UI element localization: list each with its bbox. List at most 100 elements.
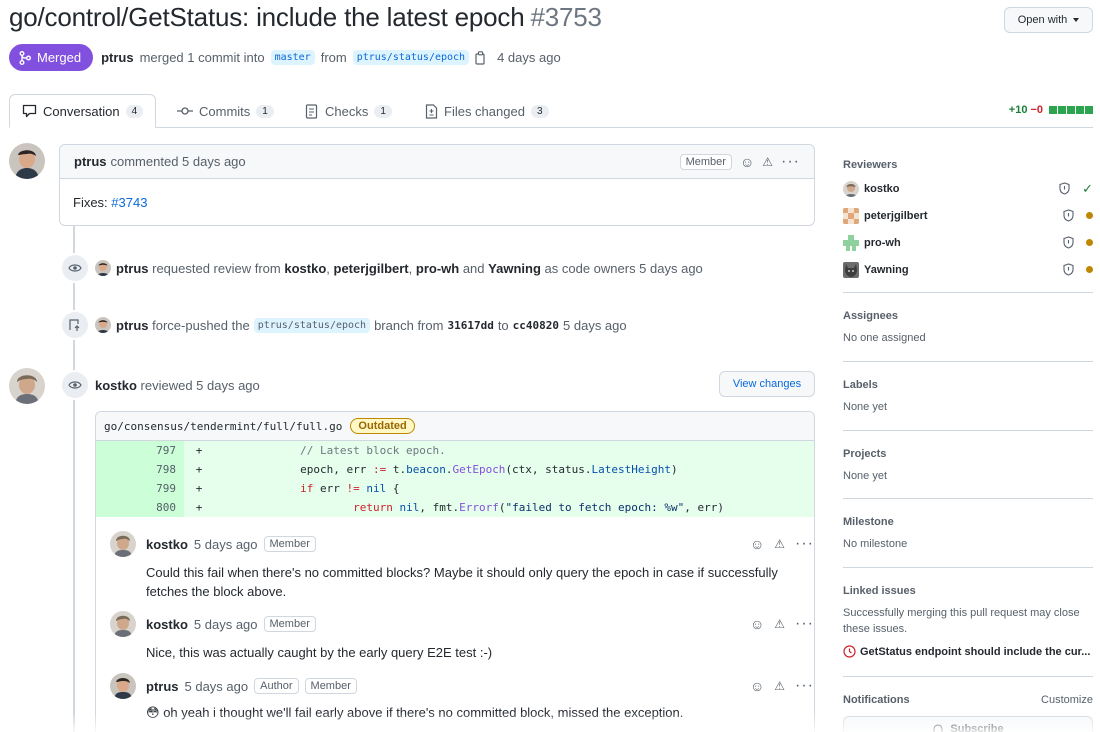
sidebar-heading[interactable]: Projects: [843, 448, 1093, 460]
sidebar-divider: [843, 361, 1093, 362]
tab-conversation[interactable]: Conversation 4: [9, 94, 157, 128]
comment-text: Fixes:: [73, 195, 108, 210]
reviewer-name: kostko: [864, 182, 900, 195]
review-comment-header: kostko 5 days ago Member ☺ ⚠︎ ···: [110, 611, 813, 637]
triangle-icon[interactable]: ⚠︎: [762, 155, 773, 169]
pr-title-text: go/control/GetStatus: include the latest…: [9, 2, 525, 32]
reviewer-item[interactable]: kostko ✓: [843, 175, 1093, 202]
reviewer-link[interactable]: peterjgilbert: [334, 261, 409, 276]
reviewer-link[interactable]: kostko: [284, 261, 326, 276]
sidebar-heading: Notifications: [843, 694, 910, 706]
sidebar-heading[interactable]: Labels: [843, 379, 1093, 391]
head-branch[interactable]: ptrus/status/epoch: [352, 50, 470, 65]
sidebar-reviewers: Reviewers kostko ✓ peterjgilbert pro-wh …: [843, 159, 1093, 283]
event-text-tail: as code owners 5 days ago: [544, 260, 703, 276]
open-with-button[interactable]: Open with: [1004, 7, 1093, 33]
shield-icon: [1063, 263, 1074, 276]
base-branch[interactable]: master: [270, 50, 315, 65]
code-token: return: [353, 501, 393, 514]
event-actor[interactable]: ptrus: [116, 318, 149, 333]
avatar[interactable]: [9, 143, 45, 179]
smiley-icon[interactable]: ☺: [750, 536, 764, 552]
code-token: t.: [386, 463, 407, 476]
reviewer-item[interactable]: pro-wh: [843, 229, 1093, 256]
event-actor[interactable]: ptrus: [116, 261, 149, 276]
linked-issue-item[interactable]: GetStatus endpoint should include the cu…: [843, 645, 1093, 658]
linked-issue-title: GetStatus endpoint should include the cu…: [860, 645, 1091, 658]
triangle-icon[interactable]: ⚠︎: [774, 617, 785, 631]
review-comment: kostko 5 days ago Member ☺ ⚠︎ ··· Could …: [110, 531, 813, 601]
diff-file-header: go/consensus/tendermint/full/full.go Out…: [96, 412, 814, 441]
comment-author[interactable]: kostko: [146, 617, 188, 632]
sidebar-divider: [843, 430, 1093, 431]
comment-time: 5 days ago: [193, 536, 258, 552]
diff-file-path[interactable]: go/consensus/tendermint/full/full.go: [104, 420, 342, 433]
avatar[interactable]: [110, 673, 136, 699]
sidebar-heading[interactable]: Reviewers: [843, 159, 1093, 171]
force-push-event: ptrus force-pushed the ptrus/status/epoc…: [60, 310, 627, 340]
comment-author[interactable]: ptrus: [74, 154, 107, 169]
branch-label[interactable]: ptrus/status/epoch: [253, 317, 371, 333]
comment-text: oh yeah i thought we'll fail early above…: [163, 705, 684, 720]
issue-link[interactable]: #3743: [111, 195, 147, 210]
sidebar-heading[interactable]: Milestone: [843, 516, 1093, 528]
kebab-icon[interactable]: ···: [781, 153, 800, 171]
tab-checks-label: Checks: [325, 103, 369, 119]
avatar[interactable]: [95, 317, 111, 333]
triangle-icon[interactable]: ⚠︎: [774, 537, 785, 551]
event-time: 5 days ago: [563, 317, 627, 333]
sidebar-divider: [843, 676, 1093, 677]
code-token: epoch, err: [300, 463, 373, 476]
reviewer-link[interactable]: pro-wh: [416, 261, 459, 276]
tab-files-changed[interactable]: Files changed 3: [425, 94, 549, 128]
reviewer-item[interactable]: peterjgilbert: [843, 202, 1093, 229]
outdated-badge: Outdated: [350, 418, 415, 434]
smiley-icon[interactable]: ☺: [740, 154, 754, 170]
tab-checks[interactable]: Checks 1: [305, 94, 392, 128]
sidebar-assignees: Assignees No one assigned: [843, 310, 1093, 344]
comment-body: Nice, this was actually caught by the ea…: [146, 645, 493, 660]
comment-author[interactable]: kostko: [146, 537, 188, 552]
commit-sha-from[interactable]: 31617dd: [447, 319, 493, 332]
pr-author-link[interactable]: ptrus: [101, 50, 134, 65]
commit-sha-to[interactable]: cc40820: [513, 319, 559, 332]
smiley-icon[interactable]: ☺: [750, 678, 764, 694]
code-token: :=: [372, 463, 387, 476]
diffstat-additions: +10: [1008, 104, 1028, 116]
tab-commits-count: 1: [256, 104, 274, 118]
avatar[interactable]: [110, 611, 136, 637]
open-with-label: Open with: [1017, 14, 1068, 26]
shield-icon: [1063, 236, 1074, 249]
tab-commits[interactable]: Commits 1: [177, 94, 274, 128]
diff-hunk: 797 + // Latest block epoch. 798 + epoch…: [96, 441, 814, 517]
code-token: GetEpoch: [452, 463, 506, 476]
file-diff-icon: [425, 103, 438, 119]
customize-link[interactable]: Customize: [1041, 694, 1093, 706]
view-changes-button[interactable]: View changes: [719, 371, 815, 397]
avatar[interactable]: [9, 368, 45, 404]
role-badge: Member: [263, 536, 316, 552]
diff-line: 799 + if err != nil {: [96, 479, 814, 498]
diffstat[interactable]: +10 −0: [1009, 104, 1093, 116]
avatar[interactable]: [95, 260, 111, 276]
pr-tabs: Conversation 4 Commits 1 Checks 1 Files …: [9, 94, 1093, 128]
reviewer-item[interactable]: Yawning: [843, 256, 1093, 283]
subscribe-button[interactable]: Subscribe: [843, 716, 1093, 732]
avatar[interactable]: [110, 531, 136, 557]
event-actor[interactable]: kostko: [95, 378, 137, 393]
kebab-icon[interactable]: ···: [795, 677, 814, 695]
comment-author[interactable]: ptrus: [146, 679, 179, 694]
sidebar-heading[interactable]: Assignees: [843, 310, 1093, 322]
merge-time: 4 days ago: [497, 50, 561, 65]
copy-icon[interactable]: [475, 50, 487, 65]
kebab-icon[interactable]: ···: [795, 615, 814, 633]
diff-sign: +: [195, 482, 203, 495]
reviewer-name: peterjgilbert: [864, 209, 928, 222]
reviewer-link[interactable]: Yawning: [488, 261, 541, 276]
kebab-icon[interactable]: ···: [795, 535, 814, 553]
code-token: err: [313, 482, 347, 495]
smiley-icon[interactable]: ☺: [750, 616, 764, 632]
triangle-icon[interactable]: ⚠︎: [774, 679, 785, 693]
sidebar-milestone: Milestone No milestone: [843, 516, 1093, 550]
sidebar-divider: [843, 567, 1093, 568]
